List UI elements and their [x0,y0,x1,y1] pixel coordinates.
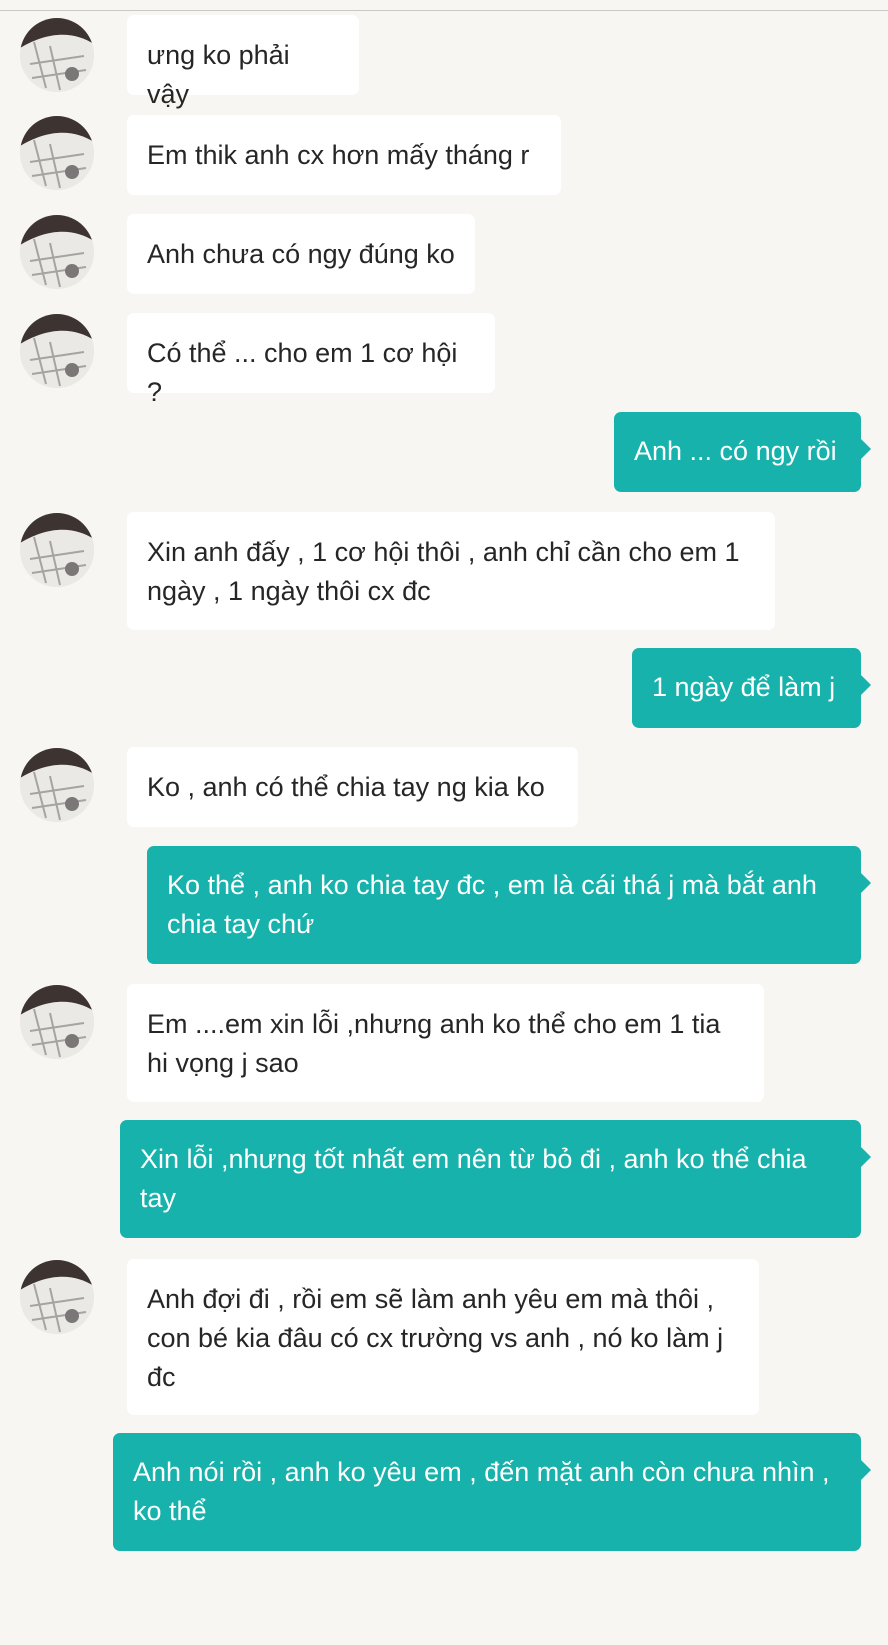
message-row: Em ....em xin lỗi ,nhưng anh ko thể cho … [0,983,888,1107]
message-row: 1 ngày để làm j [0,648,888,732]
incoming-message-bubble: ưng ko phải vậy [127,15,359,109]
message-row: Ko , anh có thể chia tay ng kia ko [0,746,888,842]
outgoing-message-bubble: Anh nói rồi , anh ko yêu em , đến mặt an… [113,1433,871,1551]
incoming-message-bubble: Xin anh đấy , 1 cơ hội thôi , anh chỉ cầ… [127,512,775,630]
avatar[interactable] [20,513,94,587]
message-row: Anh ... có ngy rồi [0,411,888,495]
outgoing-message-bubble: 1 ngày để làm j [632,648,871,728]
incoming-message-bubble: Anh chưa có ngy đúng ko [127,214,475,294]
message-row: Xin lỗi ,nhưng tốt nhất em nên từ bỏ đi … [0,1120,888,1242]
incoming-message-bubble: Anh đợi đi , rồi em sẽ làm anh yêu em mà… [127,1259,759,1415]
incoming-message-bubble: Có thể ... cho em 1 cơ hội ? [127,313,495,407]
message-row: Anh nói rồi , anh ko yêu em , đến mặt an… [0,1433,888,1555]
outgoing-message-bubble: Xin lỗi ,nhưng tốt nhất em nên từ bỏ đi … [120,1120,871,1238]
message-row: Ko thể , anh ko chia tay đc , em là cái … [0,846,888,968]
top-divider [0,10,888,11]
message-row: Anh chưa có ngy đúng ko [0,213,888,309]
avatar[interactable] [20,18,94,92]
incoming-message-bubble: Em thik anh cx hơn mấy tháng r [127,115,561,195]
avatar[interactable] [20,1260,94,1334]
incoming-message-bubble: Em ....em xin lỗi ,nhưng anh ko thể cho … [127,984,764,1102]
avatar[interactable] [20,314,94,388]
message-row: Xin anh đấy , 1 cơ hội thôi , anh chỉ cầ… [0,511,888,635]
outgoing-message-bubble: Ko thể , anh ko chia tay đc , em là cái … [147,846,871,964]
outgoing-message-bubble: Anh ... có ngy rồi [614,412,871,492]
message-row: Có thể ... cho em 1 cơ hội ? [0,312,888,408]
message-row: ưng ko phải vậy [0,14,888,110]
avatar[interactable] [20,985,94,1059]
avatar[interactable] [20,748,94,822]
message-row: Em thik anh cx hơn mấy tháng r [0,114,888,210]
incoming-message-bubble: Ko , anh có thể chia tay ng kia ko [127,747,578,827]
avatar[interactable] [20,116,94,190]
avatar[interactable] [20,215,94,289]
message-row: Anh đợi đi , rồi em sẽ làm anh yêu em mà… [0,1258,888,1420]
